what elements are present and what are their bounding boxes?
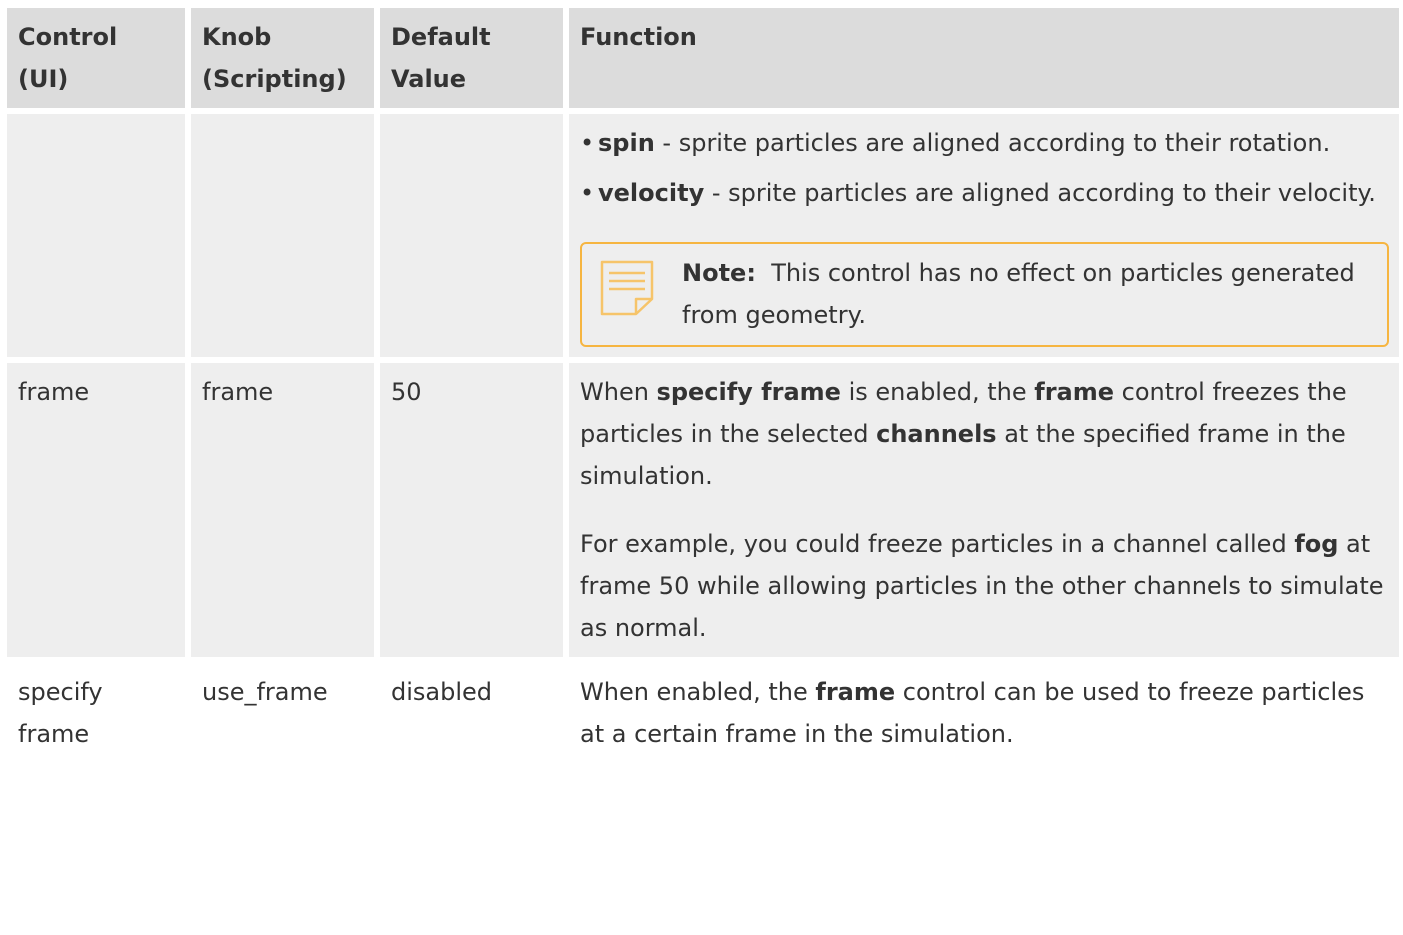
cell-knob-empty bbox=[191, 114, 380, 363]
table-row-alignment: • spin - sprite particles are aligned ac… bbox=[7, 114, 1399, 363]
cell-function-frame: When specify frame is enabled, the frame… bbox=[569, 363, 1399, 663]
note-label: Note: bbox=[682, 259, 756, 287]
bold-term: fog bbox=[1294, 530, 1339, 558]
table-row-specify-frame: specify frame use_frame disabled When en… bbox=[7, 663, 1399, 797]
function-paragraph: When specify frame is enabled, the frame… bbox=[580, 371, 1389, 497]
bullet-term: spin bbox=[598, 129, 655, 157]
cell-knob: frame bbox=[191, 363, 380, 663]
note-callout: Note: This control has no effect on part… bbox=[580, 242, 1389, 347]
bullet-term: velocity bbox=[598, 179, 705, 207]
bold-term: frame bbox=[815, 678, 896, 706]
cell-knob: use_frame bbox=[191, 663, 380, 797]
cell-default: disabled bbox=[380, 663, 569, 797]
cell-control: frame bbox=[7, 363, 191, 663]
function-paragraph: For example, you could freeze particles … bbox=[580, 523, 1389, 649]
cell-control-empty bbox=[7, 114, 191, 363]
header-knob: Knob (Scripting) bbox=[191, 8, 380, 114]
header-default: Default Value bbox=[380, 8, 569, 114]
bullet-dot: • bbox=[580, 129, 595, 157]
note-text: This control has no effect on particles … bbox=[682, 259, 1355, 329]
bullet-item-velocity: • velocity - sprite particles are aligne… bbox=[580, 172, 1389, 214]
bold-term: specify frame bbox=[656, 378, 841, 406]
table-row-frame: frame frame 50 When specify frame is ena… bbox=[7, 363, 1399, 663]
table-header-row: Control (UI) Knob (Scripting) Default Va… bbox=[7, 8, 1399, 114]
cell-default-empty bbox=[380, 114, 569, 363]
bullet-dot: • bbox=[580, 179, 595, 207]
bullet-item-spin: • spin - sprite particles are aligned ac… bbox=[580, 122, 1389, 164]
header-control: Control (UI) bbox=[7, 8, 191, 114]
bullet-desc: - sprite particles are aligned according… bbox=[704, 179, 1376, 207]
text-run: When enabled, the bbox=[580, 678, 816, 706]
header-function: Function bbox=[569, 8, 1399, 114]
bold-term: channels bbox=[876, 420, 997, 448]
text-run: When bbox=[580, 378, 657, 406]
bold-term: frame bbox=[1034, 378, 1115, 406]
parameters-table: Control (UI) Knob (Scripting) Default Va… bbox=[7, 8, 1399, 797]
note-icon bbox=[600, 260, 654, 316]
cell-default: 50 bbox=[380, 363, 569, 663]
cell-control: specify frame bbox=[7, 663, 191, 797]
function-paragraph: When enabled, the frame control can be u… bbox=[580, 671, 1389, 755]
text-run: is enabled, the bbox=[840, 378, 1035, 406]
text-run: For example, you could freeze particles … bbox=[580, 530, 1295, 558]
bullet-desc: - sprite particles are aligned according… bbox=[654, 129, 1331, 157]
cell-function-alignment: • spin - sprite particles are aligned ac… bbox=[569, 114, 1399, 363]
cell-function-specify-frame: When enabled, the frame control can be u… bbox=[569, 663, 1399, 797]
